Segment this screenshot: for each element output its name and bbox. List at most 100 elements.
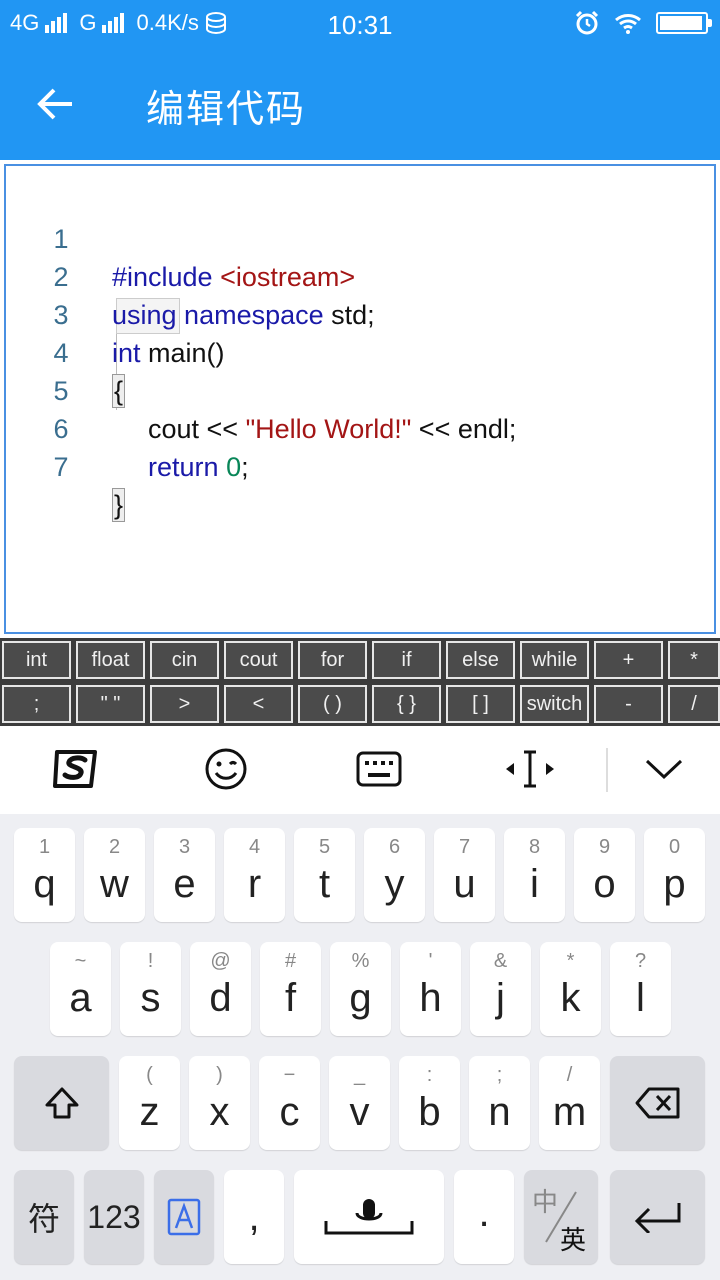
key-f[interactable]: # f xyxy=(260,942,321,1036)
shortcut-greater[interactable]: > xyxy=(150,685,219,723)
key-v[interactable]: _ v xyxy=(329,1056,390,1150)
battery-icon xyxy=(656,12,712,34)
key-hint: 1 xyxy=(38,836,51,858)
toolbar-divider xyxy=(606,748,608,792)
key-hint: # xyxy=(284,950,297,972)
shortcut-minus[interactable]: - xyxy=(594,685,663,723)
key-char: c xyxy=(279,1090,300,1134)
backspace-icon xyxy=(635,1087,679,1119)
enter-key[interactable] xyxy=(610,1170,705,1264)
alarm-icon xyxy=(575,10,599,35)
collapse-keyboard-icon[interactable] xyxy=(636,744,692,794)
key-l[interactable]: ? l xyxy=(610,942,671,1036)
comma-key[interactable]: , xyxy=(224,1170,284,1264)
shortcut-semicolon[interactable]: ; xyxy=(2,685,71,723)
key-hint: ; xyxy=(496,1064,503,1086)
key-z[interactable]: (z xyxy=(119,1056,180,1150)
key-h[interactable]: ' h xyxy=(400,942,461,1036)
period-key[interactable]: . xyxy=(454,1170,514,1264)
app-root: 4G G 0.4K/s 10:31 编辑代码 1 #include <iostr… xyxy=(0,0,720,1280)
key-n[interactable]: ; n xyxy=(469,1056,530,1150)
shortcut-brackets[interactable]: [ ] xyxy=(446,685,515,723)
shift-key[interactable] xyxy=(14,1056,109,1150)
shortcut-float[interactable]: float xyxy=(76,641,145,679)
key-i[interactable]: 8i xyxy=(504,828,565,922)
input-mode-key[interactable] xyxy=(154,1170,214,1264)
key-hint: ( xyxy=(146,1064,153,1086)
key-e[interactable]: 3e xyxy=(154,828,215,922)
key-s[interactable]: ! s xyxy=(120,942,181,1036)
key-char: h xyxy=(419,976,442,1020)
key-char: e xyxy=(173,862,196,906)
key-o[interactable]: 9o xyxy=(574,828,635,922)
key-r[interactable]: 4r xyxy=(224,828,285,922)
code-line-2: 2 using namespace std; xyxy=(6,220,706,330)
key-char: p xyxy=(663,862,686,906)
key-hint: 9 xyxy=(598,836,611,858)
code-text: } xyxy=(112,486,126,524)
sogou-logo-icon[interactable] xyxy=(48,744,104,794)
key-p[interactable]: 0p xyxy=(644,828,705,922)
shortcut-switch[interactable]: switch xyxy=(520,685,589,723)
key-char: d xyxy=(209,976,232,1020)
key-b[interactable]: :b xyxy=(399,1056,460,1150)
keyboard-icon[interactable] xyxy=(351,744,407,794)
key-a[interactable]: ~ a xyxy=(50,942,111,1036)
code-line-3: 3 int main() xyxy=(6,258,706,368)
shortcut-while[interactable]: while xyxy=(520,641,589,679)
key-d[interactable]: @ d xyxy=(190,942,251,1036)
shortcut-int[interactable]: int xyxy=(2,641,71,679)
app-bar: 编辑代码 xyxy=(0,48,720,160)
key-u[interactable]: 7u xyxy=(434,828,495,922)
key-j[interactable]: & j xyxy=(470,942,531,1036)
key-y[interactable]: 6y xyxy=(364,828,425,922)
shortcut-braces[interactable]: { } xyxy=(372,685,441,723)
key-x[interactable]: ) x xyxy=(189,1056,250,1150)
soft-keyboard: 1q 2w 3e 4r 5t 6y 7u 8i 9o 0p ~ a ! s @ d #… xyxy=(0,814,720,1280)
key-char: o xyxy=(593,862,616,906)
key-char: s xyxy=(140,976,161,1020)
shortcut-divide[interactable]: / xyxy=(668,685,720,723)
key-char: j xyxy=(496,976,505,1020)
code-line-1: 1 #include <iostream> xyxy=(6,182,706,292)
key-char: r xyxy=(247,862,262,906)
numbers-key[interactable]: 123 xyxy=(84,1170,144,1264)
language-switch-key[interactable]: 中 英 xyxy=(524,1170,598,1264)
key-char: b xyxy=(418,1090,441,1134)
key-g[interactable]: % g xyxy=(330,942,391,1036)
shortcut-plus[interactable]: + xyxy=(594,641,663,679)
token-keyword: return xyxy=(148,452,219,482)
key-w[interactable]: 2w xyxy=(84,828,145,922)
key-char: g xyxy=(349,976,372,1020)
key-q[interactable]: 1q xyxy=(14,828,75,922)
emoji-icon[interactable] xyxy=(198,744,254,794)
shortcut-if[interactable]: if xyxy=(372,641,441,679)
key-m[interactable]: / m xyxy=(539,1056,600,1150)
key-char: l xyxy=(636,976,645,1020)
code-line-5: 5 cout << "Hello World!" << endl; xyxy=(6,334,706,444)
key-c[interactable]: − c xyxy=(259,1056,320,1150)
shortcut-else[interactable]: else xyxy=(446,641,515,679)
shortcut-cout[interactable]: cout xyxy=(224,641,293,679)
backspace-key[interactable] xyxy=(610,1056,705,1150)
code-line-7: 7 } xyxy=(6,410,706,522)
key-hint: 7 xyxy=(458,836,471,858)
symbols-key[interactable]: 符 xyxy=(14,1170,74,1264)
back-button[interactable] xyxy=(30,78,82,130)
wifi-icon xyxy=(615,14,641,34)
key-hint: ) xyxy=(216,1064,223,1086)
shortcut-quotes[interactable]: " " xyxy=(76,685,145,723)
shortcut-less[interactable]: < xyxy=(224,685,293,723)
shortcut-multiply[interactable]: * xyxy=(668,641,720,679)
shortcut-cin[interactable]: cin xyxy=(150,641,219,679)
key-t[interactable]: 5t xyxy=(294,828,355,922)
shortcut-for[interactable]: for xyxy=(298,641,367,679)
shortcut-parens[interactable]: ( ) xyxy=(298,685,367,723)
key-k[interactable]: * k xyxy=(540,942,601,1036)
status-right xyxy=(574,10,712,36)
arrow-left-icon xyxy=(37,88,72,120)
cursor-move-icon[interactable] xyxy=(502,744,558,794)
space-key[interactable] xyxy=(294,1170,444,1264)
code-editor[interactable]: 1 #include <iostream> 2 using namespace … xyxy=(4,164,716,634)
